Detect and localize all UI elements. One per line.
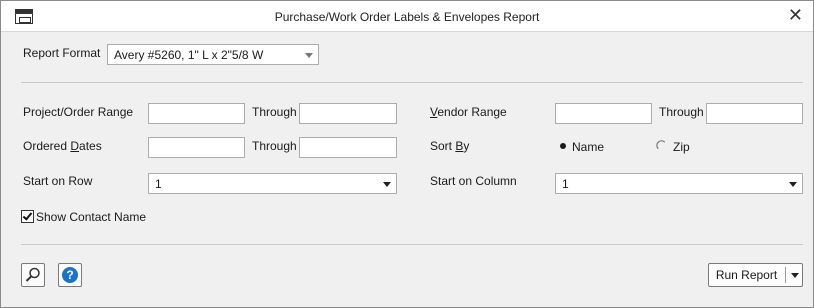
start-on-row-value: 1: [155, 177, 162, 191]
radio-selected-icon: [560, 143, 566, 149]
split-separator: [785, 267, 786, 283]
start-on-row-select[interactable]: 1: [148, 173, 397, 194]
sort-by-zip-label[interactable]: Zip: [673, 140, 690, 154]
sort-by-zip-radio[interactable]: [656, 140, 668, 152]
title-bar: Purchase/Work Order Labels & Envelopes R…: [1, 1, 813, 32]
project-order-to-input[interactable]: [299, 103, 397, 124]
vendor-range-label: Vendor Range: [430, 105, 507, 119]
divider-top: [21, 82, 803, 83]
chevron-down-icon: [789, 182, 797, 187]
help-glyph: ?: [66, 268, 73, 282]
report-format-label: Report Format: [23, 46, 101, 60]
chevron-down-icon: [383, 182, 391, 187]
radio-unselected-icon: [656, 140, 666, 150]
start-on-column-select[interactable]: 1: [555, 173, 803, 194]
project-order-through-label: Through: [252, 105, 297, 119]
window-title: Purchase/Work Order Labels & Envelopes R…: [274, 10, 540, 24]
vendor-through-label: Through: [659, 105, 704, 119]
run-report-button[interactable]: Run Report: [709, 264, 784, 286]
close-icon[interactable]: ✕: [788, 4, 803, 26]
vendor-to-input[interactable]: [706, 103, 803, 124]
chevron-down-icon: [305, 53, 313, 58]
help-button[interactable]: ?: [58, 263, 82, 287]
report-format-select[interactable]: Avery #5260, 1" L x 2"5/8 W: [107, 44, 319, 65]
start-on-column-value: 1: [562, 177, 569, 191]
ordered-dates-through-label: Through: [252, 139, 297, 153]
divider-bottom: [21, 244, 803, 245]
start-on-column-label: Start on Column: [430, 174, 517, 188]
ordered-dates-to-input[interactable]: [299, 137, 397, 158]
sort-by-label: Sort By: [430, 139, 470, 153]
search-button[interactable]: [21, 263, 45, 287]
report-format-value: Avery #5260, 1" L x 2"5/8 W: [114, 48, 264, 62]
project-order-from-input[interactable]: [148, 103, 245, 124]
run-report-split-button[interactable]: Run Report: [708, 263, 803, 287]
sort-by-name-radio[interactable]: [557, 140, 569, 152]
project-order-range-label: Project/Order Range: [23, 105, 134, 119]
show-contact-name-checkbox[interactable]: [21, 210, 34, 223]
ordered-dates-label: Ordered Dates: [23, 139, 102, 153]
ordered-dates-from-input[interactable]: [148, 137, 245, 158]
start-on-row-label: Start on Row: [23, 174, 93, 188]
help-icon: ?: [62, 267, 78, 283]
sort-by-name-label[interactable]: Name: [572, 140, 604, 154]
report-dialog: Purchase/Work Order Labels & Envelopes R…: [0, 0, 814, 308]
chevron-down-icon[interactable]: [791, 273, 799, 278]
checkmark-icon: [22, 210, 33, 221]
magnifier-icon: [25, 267, 40, 282]
show-contact-name-label[interactable]: Show Contact Name: [36, 210, 146, 224]
vendor-from-input[interactable]: [555, 103, 652, 124]
